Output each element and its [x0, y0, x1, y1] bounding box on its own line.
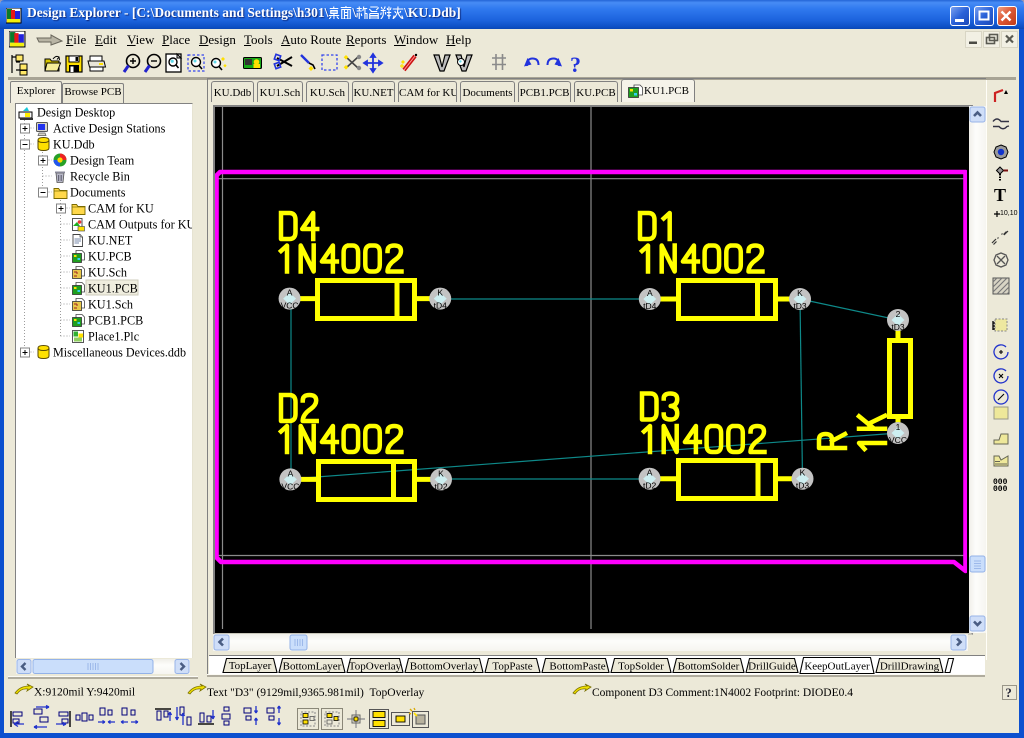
svg-text:Active Design Stations: Active Design Stations: [53, 122, 166, 136]
svg-text:Text "D3" (9129mil,9365.981mil: Text "D3" (9129mil,9365.981mil) TopOverl…: [207, 687, 425, 699]
svg-text:Place1.Plc: Place1.Plc: [88, 330, 140, 344]
svg-text:TopSolder: TopSolder: [618, 661, 664, 673]
svg-text:TopOverlay: TopOverlay: [349, 661, 402, 673]
svg-text:K: K: [797, 288, 803, 298]
svg-text:tD3: tD3: [796, 481, 810, 491]
svg-text:BottomSolder: BottomSolder: [678, 661, 740, 673]
svg-text:KU1.PCB: KU1.PCB: [88, 282, 138, 296]
svg-text:?: ?: [1006, 686, 1012, 700]
svg-text:KeepOutLayer: KeepOutLayer: [804, 661, 870, 673]
svg-text:DrillDrawing: DrillDrawing: [880, 661, 940, 673]
svg-text:tD3: tD3: [793, 301, 807, 311]
svg-text:Design Team: Design Team: [70, 154, 135, 168]
svg-text:TopPaste: TopPaste: [492, 661, 532, 673]
svg-text:VCC: VCC: [281, 481, 299, 491]
svg-text:KU.NET: KU.NET: [88, 234, 133, 248]
svg-text:KU.Ddb: KU.Ddb: [53, 138, 95, 152]
svg-text:PCB1.PCB: PCB1.PCB: [88, 314, 143, 328]
svg-text:TopLayer: TopLayer: [229, 660, 272, 672]
svg-text:Component D3 Comment:1N4002 Fo: Component D3 Comment:1N4002 Footprint: D…: [592, 687, 853, 699]
svg-text:VCC: VCC: [889, 435, 907, 445]
svg-text:000: 000: [993, 485, 1008, 494]
svg-text:X:9120mil Y:9420mil: X:9120mil Y:9420mil: [34, 687, 135, 699]
svg-text:tD4: tD4: [434, 301, 448, 311]
svg-text:Miscellaneous Devices.ddb: Miscellaneous Devices.ddb: [53, 346, 186, 360]
svg-text:Recycle Bin: Recycle Bin: [70, 170, 130, 184]
svg-text:?: ?: [570, 52, 581, 77]
svg-text:tD3: tD3: [891, 322, 905, 332]
svg-text:tD4: tD4: [643, 301, 657, 311]
svg-text:BottomLayer: BottomLayer: [283, 661, 342, 673]
svg-text:CAM for KU: CAM for KU: [88, 202, 154, 216]
svg-text:A: A: [288, 468, 294, 478]
svg-text:DrillGuide: DrillGuide: [748, 661, 796, 673]
svg-text:1: 1: [896, 422, 901, 432]
svg-text:10,10: 10,10: [1000, 210, 1018, 217]
svg-text:K: K: [437, 288, 443, 298]
svg-text:A: A: [647, 468, 653, 478]
svg-text:BottomOverlay: BottomOverlay: [410, 661, 479, 673]
svg-text:K: K: [438, 468, 444, 478]
svg-text:KU1.Sch: KU1.Sch: [88, 298, 133, 312]
svg-text:A: A: [287, 288, 293, 298]
svg-text:K: K: [800, 468, 806, 478]
svg-text:KU.Sch: KU.Sch: [88, 266, 127, 280]
svg-text:BottomPaste: BottomPaste: [549, 661, 605, 673]
svg-text:CAM Outputs for KU: CAM Outputs for KU: [88, 218, 192, 232]
svg-text:KU.PCB: KU.PCB: [88, 250, 132, 264]
svg-text:2: 2: [896, 309, 901, 319]
svg-text:tD2: tD2: [434, 481, 448, 491]
svg-text:tD2: tD2: [643, 481, 657, 491]
svg-text:T: T: [994, 185, 1006, 205]
svg-text:Documents: Documents: [70, 186, 126, 200]
svg-text:A: A: [647, 288, 653, 298]
svg-text:Design Desktop: Design Desktop: [37, 106, 115, 120]
svg-text:VCC: VCC: [281, 301, 299, 311]
